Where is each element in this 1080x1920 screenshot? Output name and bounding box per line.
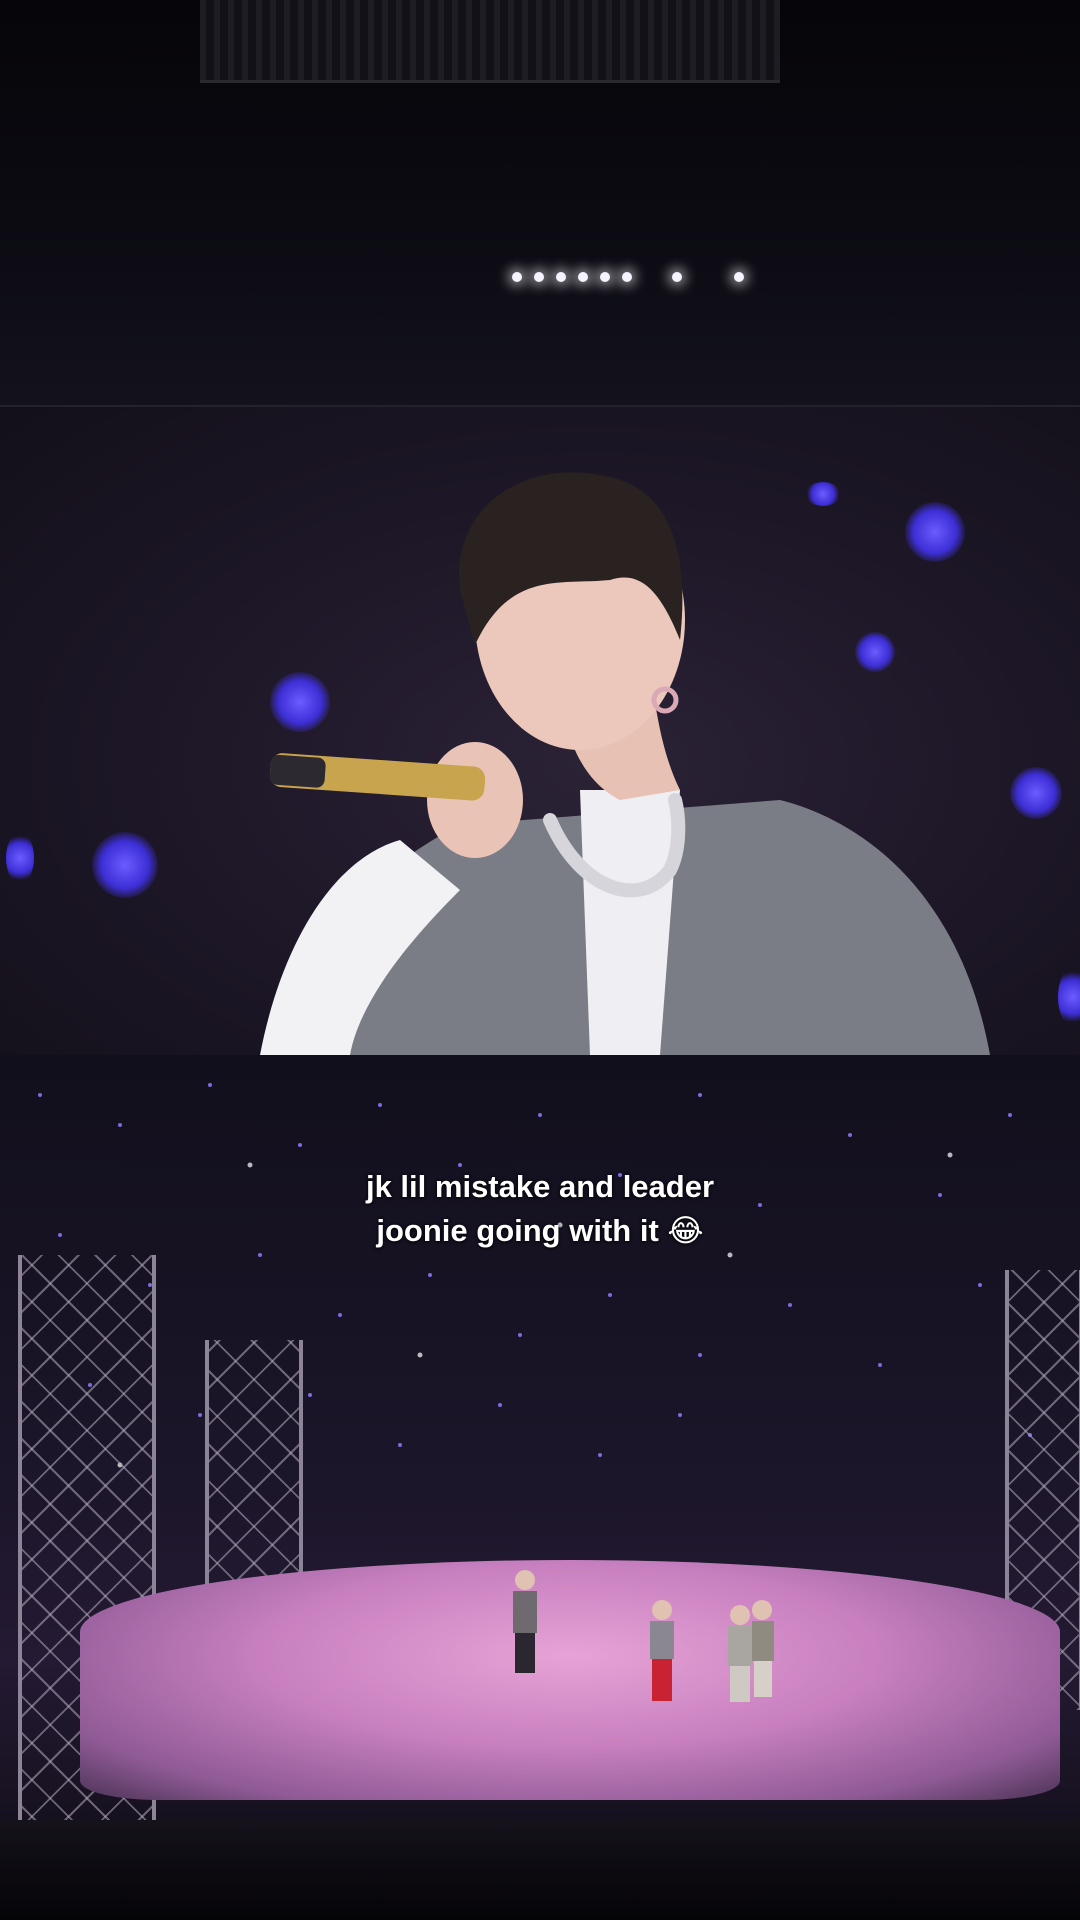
crowd-lightsticks bbox=[38, 1083, 1032, 1468]
lighting-rig bbox=[200, 0, 780, 83]
caption-line-1: jk lil mistake and leader bbox=[365, 1169, 715, 1204]
members-on-stage bbox=[513, 1570, 774, 1702]
video-caption: jk lil mistake and leader joonie going w… bbox=[0, 1165, 1080, 1253]
barrier-foreground bbox=[0, 1820, 1080, 1920]
concert-photo: jk lil mistake and leader joonie going w… bbox=[0, 0, 1080, 1920]
performer-singing bbox=[260, 472, 990, 1055]
caption-line-2: joonie going with it 😂 bbox=[376, 1213, 704, 1248]
spotlight-row bbox=[512, 272, 762, 286]
